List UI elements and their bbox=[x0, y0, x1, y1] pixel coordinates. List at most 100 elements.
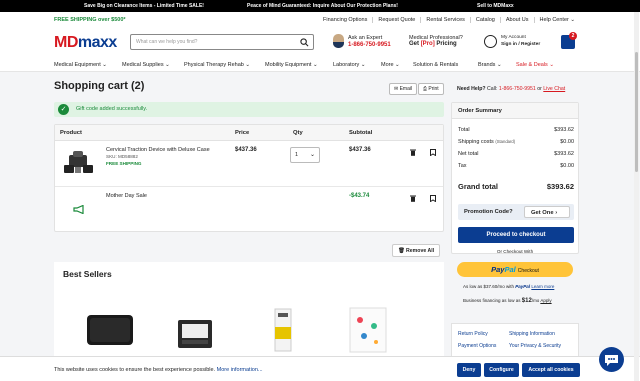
check-icon: ✓ bbox=[58, 104, 69, 115]
need-help: Need Help? Call: 1-866-750-9951 or Live … bbox=[457, 86, 565, 92]
learn-more-link[interactable]: Learn more bbox=[531, 284, 554, 289]
chat-icon bbox=[605, 355, 618, 366]
tax-label: Tax bbox=[458, 163, 467, 169]
header: MDmaxx What can we help you find? Ask an… bbox=[0, 29, 640, 59]
paypal-checkout-button[interactable]: PayPal Checkout bbox=[457, 262, 573, 277]
footer-links: Return Policy Shipping Information Payme… bbox=[451, 323, 579, 358]
logo[interactable]: MDmaxx bbox=[54, 34, 117, 52]
help-call: Call: bbox=[487, 86, 498, 92]
paypal-checkout-label: Checkout bbox=[517, 268, 539, 274]
link-request-quote[interactable]: Request Quote bbox=[372, 17, 420, 23]
promo-protection[interactable]: Peace of Mind Guaranteed: Inquire About … bbox=[247, 3, 398, 9]
promo-clearance[interactable]: Save Big on Clearance Items - Limited Ti… bbox=[84, 3, 204, 9]
print-button[interactable]: ⎙ Print bbox=[418, 83, 444, 95]
page-scrollbar[interactable] bbox=[634, 12, 639, 381]
trash-icon[interactable] bbox=[410, 195, 416, 202]
total-value: $393.62 bbox=[554, 127, 574, 133]
promo-bar: Save Big on Clearance Items - Limited Ti… bbox=[0, 0, 640, 12]
nav-label: Medical Supplies bbox=[122, 62, 164, 68]
quantity-select[interactable]: 1 ⌄ bbox=[290, 147, 320, 163]
help-phone[interactable]: 1-866-750-9951 bbox=[499, 86, 536, 92]
nav-medical-supplies[interactable]: Medical Supplies ⌄ bbox=[122, 62, 170, 68]
nav-laboratory[interactable]: Laboratory ⌄ bbox=[333, 62, 365, 68]
scrollbar-thumb[interactable] bbox=[635, 52, 638, 172]
shipping-label: Shipping costs bbox=[458, 139, 494, 145]
checkout-button[interactable]: Proceed to checkout bbox=[458, 227, 574, 243]
free-shipping-text: FREE SHIPPING over $500* bbox=[54, 17, 126, 23]
col-price: Price bbox=[235, 130, 250, 136]
user-icon bbox=[484, 35, 497, 48]
privacy-security-link[interactable]: Your Privacy & Security bbox=[509, 343, 561, 349]
product-name[interactable]: Cervical Traction Device with Deluxe Cas… bbox=[106, 147, 210, 153]
col-product: Product bbox=[60, 130, 82, 136]
nav-brands[interactable]: Brands ⌄ bbox=[478, 62, 502, 68]
best-sellers-title: Best Sellers bbox=[63, 269, 112, 279]
nav-label: Solution & Rentals bbox=[413, 62, 459, 68]
page-title: Shopping cart (2) bbox=[54, 80, 145, 92]
summary-shipping-row: Shipping costs (Standard) $0.00 bbox=[458, 139, 574, 145]
nav-label: Mobility Equipment bbox=[265, 62, 312, 68]
expert-phone[interactable]: 1-866-750-9951 bbox=[348, 42, 391, 48]
promo-sell[interactable]: Sell to MDMaxx bbox=[477, 3, 514, 9]
account-signin[interactable]: Sign in / Register bbox=[501, 42, 540, 47]
nav-sale-deals[interactable]: Sale & Deals ⌄ bbox=[516, 62, 554, 68]
chat-widget-button[interactable] bbox=[599, 347, 624, 372]
get-one-button[interactable]: Get One › bbox=[524, 206, 570, 218]
product-thumbnail[interactable] bbox=[84, 312, 136, 348]
link-about[interactable]: About Us bbox=[499, 17, 534, 23]
nav-more[interactable]: More ⌄ bbox=[381, 62, 400, 68]
deny-button[interactable]: Deny bbox=[457, 363, 481, 377]
summary-net-row: Net total $393.62 bbox=[458, 151, 574, 157]
cookie-more-link[interactable]: More information... bbox=[217, 367, 263, 373]
live-chat-link[interactable]: Live Chat bbox=[543, 86, 565, 92]
promo-question: Promotion Code? bbox=[464, 209, 513, 215]
summary-total-row: Total $393.62 bbox=[458, 127, 574, 133]
product-thumbnail[interactable] bbox=[269, 307, 297, 353]
product-sku: SKU: MD58882 bbox=[106, 154, 138, 159]
product-thumbnail[interactable] bbox=[346, 306, 390, 354]
nav-solution-rentals[interactable]: Solution & Rentals bbox=[413, 62, 458, 68]
nav-mobility[interactable]: Mobility Equipment ⌄ bbox=[265, 62, 318, 68]
help-center-label: Help Center bbox=[539, 17, 569, 23]
bookmark-icon[interactable] bbox=[430, 149, 436, 156]
as-low-text: As low as $37.60/mo with bbox=[463, 284, 515, 289]
configure-button[interactable]: Configure bbox=[484, 363, 519, 377]
remove-all-button[interactable]: 🗑 Remove All bbox=[392, 244, 441, 257]
product-thumbnail[interactable] bbox=[174, 314, 216, 352]
product-image[interactable] bbox=[61, 147, 97, 177]
alert-text: Gift code added successfully. bbox=[76, 106, 148, 112]
paypal-financing: As low as $37.60/mo with PayPal Learn mo… bbox=[463, 284, 554, 289]
shipping-info-link[interactable]: Shipping Information bbox=[509, 331, 555, 337]
prof-get: Get bbox=[409, 41, 420, 47]
link-financing[interactable]: Financing Options bbox=[318, 17, 372, 23]
link-help-center[interactable]: Help Center ⌄ bbox=[533, 17, 581, 23]
apply-link[interactable]: Apply bbox=[540, 298, 551, 303]
product-shipping: FREE SHIPPING bbox=[106, 161, 142, 166]
success-alert: ✓ Gift code added successfully. bbox=[54, 102, 444, 117]
prof-pricing-label: Pricing bbox=[436, 41, 457, 47]
return-policy-link[interactable]: Return Policy bbox=[458, 331, 488, 337]
bookmark-icon[interactable] bbox=[430, 195, 436, 202]
accept-cookies-button[interactable]: Accept all cookies bbox=[522, 363, 580, 377]
chevron-right-icon: › bbox=[555, 210, 558, 216]
total-label: Total bbox=[458, 127, 470, 133]
payment-options-link[interactable]: Payment Options bbox=[458, 343, 496, 349]
help-label: Need Help? bbox=[457, 86, 486, 92]
utility-bar: FREE SHIPPING over $500* Financing Optio… bbox=[0, 12, 640, 29]
col-qty: Qty bbox=[293, 130, 303, 136]
medical-professional[interactable]: Medical Professional? Get [Pro] Pricing bbox=[409, 35, 463, 47]
main-nav: Medical Equipment ⌄ Medical Supplies ⌄ P… bbox=[0, 59, 640, 72]
search-icon[interactable] bbox=[300, 38, 309, 47]
nav-physical-therapy[interactable]: Physical Therapy Rehab ⌄ bbox=[184, 62, 250, 68]
link-rental[interactable]: Rental Services bbox=[420, 17, 470, 23]
email-button[interactable]: ✉ Email bbox=[389, 83, 418, 95]
account-title: My Account bbox=[501, 35, 526, 40]
remove-all-label: Remove All bbox=[406, 248, 435, 254]
link-catalog[interactable]: Catalog bbox=[469, 17, 500, 23]
search-input[interactable]: What can we help you find? bbox=[130, 34, 314, 50]
prof-pro-tag: [Pro] bbox=[420, 41, 435, 47]
promo-discount: -$43.74 bbox=[349, 193, 370, 199]
nav-medical-equipment[interactable]: Medical Equipment ⌄ bbox=[54, 62, 107, 68]
business-financing: Business financing as low as $12/mo Appl… bbox=[463, 298, 552, 304]
trash-icon[interactable] bbox=[410, 149, 416, 156]
